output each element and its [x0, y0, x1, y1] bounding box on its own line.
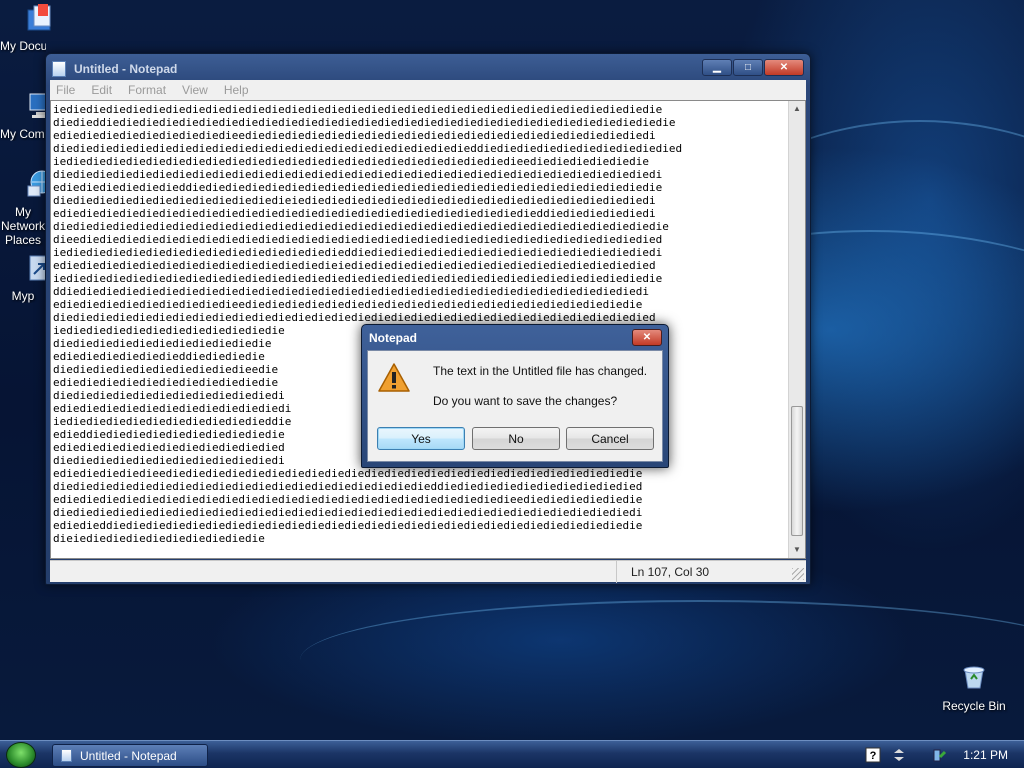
close-icon: ✕ [779, 62, 789, 73]
desktop-icon-recycle-bin[interactable]: Recycle Bin [934, 662, 1014, 713]
system-tray: ? 1:21 PM [862, 741, 1024, 768]
menu-file[interactable]: File [56, 83, 75, 97]
notepad-icon [61, 749, 72, 762]
cursor-position: Ln 107, Col 30 [616, 561, 796, 583]
menu-bar: File Edit Format View Help [50, 80, 806, 100]
taskbar-item-label: Untitled - Notepad [80, 748, 177, 763]
svg-text:?: ? [870, 750, 877, 762]
desktop-icon-label: My Documents [0, 39, 46, 53]
notepad-titlebar[interactable]: Untitled - Notepad [52, 58, 700, 80]
no-button[interactable]: No [472, 427, 560, 450]
desktop-icon-label: My Computer [0, 127, 46, 141]
cancel-button[interactable]: Cancel [566, 427, 654, 450]
notepad-icon [52, 61, 66, 77]
dialog-body: The text in the Untitled file has change… [367, 350, 663, 462]
desktop-icon-my-documents[interactable]: My Documents [0, 2, 80, 53]
wallpaper-streak [300, 600, 1024, 720]
scroll-down-icon[interactable]: ▼ [791, 544, 803, 556]
menu-help[interactable]: Help [224, 83, 249, 97]
close-icon: ✕ [642, 332, 652, 343]
yes-button[interactable]: Yes [377, 427, 465, 450]
folder-documents-icon [27, 4, 51, 31]
network-activity-icon[interactable] [891, 747, 907, 763]
dialog-question: Do you want to save the changes? [433, 394, 618, 408]
notepad-title: Untitled - Notepad [74, 62, 178, 76]
desktop-icon-label: Myp [11, 289, 35, 303]
minimize-icon: ▁ [713, 62, 721, 73]
taskbar: Untitled - Notepad ? 1:21 PM [0, 740, 1024, 768]
clock[interactable]: 1:21 PM [963, 748, 1008, 762]
dialog-close-button[interactable]: ✕ [632, 329, 662, 346]
minimize-button[interactable]: ▁ [702, 59, 732, 76]
desktop-icon-label: Recycle Bin [942, 699, 1006, 713]
menu-view[interactable]: View [182, 83, 208, 97]
maximize-icon: □ [744, 62, 752, 73]
vertical-scrollbar[interactable]: ▲ ▼ [788, 101, 805, 558]
menu-edit[interactable]: Edit [91, 83, 112, 97]
desktop-icon-label: My Network Places [0, 205, 45, 247]
dialog-message: The text in the Untitled file has change… [433, 364, 648, 378]
maximize-button[interactable]: □ [733, 59, 763, 76]
caption-buttons: ▁ □ ✕ [702, 59, 804, 76]
start-button[interactable] [6, 742, 36, 768]
resize-grip-icon[interactable] [792, 568, 804, 580]
menu-format[interactable]: Format [128, 83, 166, 97]
taskbar-item-notepad[interactable]: Untitled - Notepad [52, 744, 208, 767]
warning-icon [378, 363, 410, 392]
help-icon[interactable]: ? [865, 747, 881, 763]
notepad-window[interactable]: Untitled - Notepad ▁ □ ✕ File Edit Forma… [45, 53, 811, 585]
scrollbar-thumb[interactable] [791, 406, 803, 536]
close-button[interactable]: ✕ [764, 59, 804, 76]
recycle-bin-icon [963, 666, 985, 689]
scroll-up-icon[interactable]: ▲ [791, 103, 803, 115]
safely-remove-hardware-icon[interactable] [931, 747, 947, 763]
desktop: My Documents My Computer My Network Plac… [0, 0, 1024, 740]
save-changes-dialog[interactable]: Notepad ✕ The text in the Untitled file … [361, 324, 669, 468]
dialog-title: Notepad [369, 331, 417, 345]
status-bar: Ln 107, Col 30 [50, 560, 806, 583]
